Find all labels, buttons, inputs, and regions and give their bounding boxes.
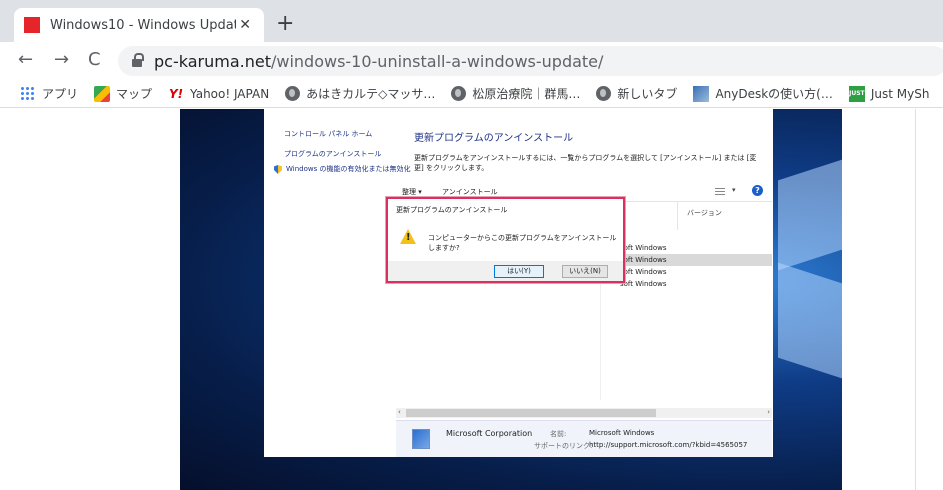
page-edge-divider [915,109,916,490]
apps-icon [20,85,36,102]
details-name-value: Microsoft Windows [589,429,655,437]
bookmarks-bar: アプリ マップ Y! Yahoo! JAPAN あはきカルテ◇マッサ… 松原治療院… [0,80,943,108]
view-dropdown-icon[interactable]: ▾ [732,186,736,194]
bookmark-label: 新しいタブ [617,87,678,101]
bookmark-label: Yahoo! JAPAN [190,86,270,101]
url-text[interactable]: pc-karuma.net/windows-10-uninstall-a-win… [154,52,603,71]
url-host: pc-karuma.net [154,51,271,71]
bookmark-ahaki[interactable]: あはきカルテ◇マッサ… [285,85,435,102]
dialog-title: 更新プログラムのアンインストール [396,206,508,214]
column-divider [677,202,678,230]
page-title: 更新プログラムのアンインストール [414,133,574,144]
scroll-left-icon[interactable]: ‹ [398,408,401,416]
bookmark-label: アプリ [42,87,79,101]
scroll-right-icon[interactable]: › [767,408,770,416]
back-button[interactable]: ← [18,50,33,70]
no-button[interactable]: いいえ(N) [562,265,608,278]
url-path: /windows-10-uninstall-a-windows-update/ [270,51,604,71]
bookmark-anydesk[interactable]: AnyDeskの使い方(… [693,85,833,102]
bookmark-new-tab[interactable]: 新しいタブ [596,85,677,102]
control-panel-window: コントロール パネル ホーム プログラムのアンインストール Windows の機… [264,109,773,457]
control-panel-home-link[interactable]: コントロール パネル ホーム [284,129,372,139]
browser-toolbar: ← → C pc-karuma.net/windows-10-uninstall… [0,42,943,80]
details-link-label: サポートのリンク: [534,442,593,450]
tab-title: Windows10 - Windows Updat [50,17,237,33]
browser-tab[interactable]: Windows10 - Windows Updat ✕ [14,8,264,42]
bookmark-label: あはきカルテ◇マッサ… [306,87,436,101]
uninstall-program-link[interactable]: プログラムのアンインストール [284,149,381,159]
anydesk-icon [693,85,710,102]
address-bar[interactable]: pc-karuma.net/windows-10-uninstall-a-win… [118,46,943,76]
new-tab-button[interactable]: + [276,13,294,35]
just-icon: JUST [848,85,865,102]
forward-button[interactable]: → [54,50,69,70]
uninstall-confirm-dialog: 更新プログラムのアンインストール コンピューターからこの更新プログラムをアンイン… [386,197,625,283]
dialog-footer: はい(Y) いいえ(N) [388,261,623,281]
windows-logo-pane [778,262,842,381]
bookmark-just-myshop[interactable]: JUST Just MySh [848,85,930,102]
help-icon[interactable]: ? [752,185,763,196]
bookmark-yahoo[interactable]: Y! Yahoo! JAPAN [168,86,269,102]
lock-icon[interactable] [132,53,144,67]
uninstall-button[interactable]: アンインストール [442,187,498,197]
program-icon [412,429,430,449]
bookmark-matsubara[interactable]: 松原治療院｜群馬… [451,85,580,102]
details-pane: Microsoft Corporation 名前: Microsoft Wind… [396,420,772,457]
reload-button[interactable]: C [88,50,101,70]
windows-logo-pane [778,157,842,271]
organize-button[interactable]: 整理 ▾ [402,187,422,197]
warning-icon [400,229,416,244]
shield-icon [274,165,282,174]
row-publisher: soft Windows [620,244,667,252]
yes-button[interactable]: はい(Y) [494,265,544,278]
view-options-icon[interactable] [715,188,725,195]
details-company: Microsoft Corporation [446,429,533,438]
row-publisher: soft Windows [620,280,667,288]
column-header-version[interactable]: バージョン [687,208,722,218]
bookmark-maps[interactable]: マップ [94,85,152,102]
tab-strip: Windows10 - Windows Updat ✕ + [0,0,943,42]
bookmark-label: AnyDeskの使い方(… [715,87,833,101]
row-publisher: soft Windows [620,268,667,276]
windows-features-link[interactable]: Windows の機能の有効化または無効化 [274,165,424,174]
maps-icon [94,85,111,102]
details-link-value[interactable]: http://support.microsoft.com/?kbid=45650… [589,441,747,449]
tab-close-icon[interactable]: ✕ [236,17,254,33]
horizontal-scrollbar[interactable]: ‹ › [396,408,772,418]
scrollbar-thumb[interactable] [406,409,656,417]
windows-features-label: Windows の機能の有効化または無効化 [286,165,411,173]
site-favicon-icon [24,17,40,33]
page-description: 更新プログラムをアンインストールするには、一覧からプログラムを選択して [アンイ… [414,154,757,172]
bookmark-label: マップ [116,87,153,101]
globe-icon [285,86,301,101]
globe-icon [451,86,467,101]
bookmark-apps[interactable]: アプリ [20,85,78,102]
row-publisher: soft Windows [620,256,667,264]
details-name-label: 名前: [550,430,567,438]
bookmark-label: Just MySh [870,86,930,101]
dialog-message: コンピューターからこの更新プログラムをアンインストールしますか? [428,234,617,252]
yahoo-icon: Y! [168,86,184,101]
globe-icon [596,86,612,101]
dialog-body: コンピューターからこの更新プログラムをアンインストールしますか? [388,219,623,259]
bookmark-label: 松原治療院｜群馬… [472,87,581,101]
browser-window: Windows10 - Windows Updat ✕ + ← → C pc-k… [0,0,943,490]
